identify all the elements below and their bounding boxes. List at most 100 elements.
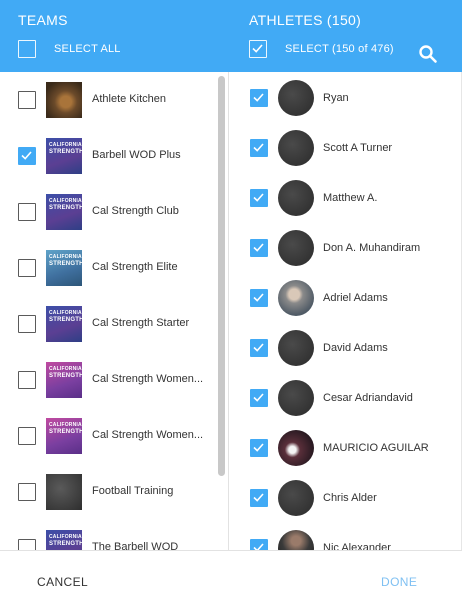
check-icon	[253, 143, 264, 152]
athlete-avatar	[278, 330, 314, 366]
done-button[interactable]: DONE	[381, 575, 417, 589]
team-row[interactable]: CALIFORNIA STRENGTH The Barbell WOD	[0, 520, 228, 550]
team-logo: CALIFORNIA STRENGTH	[49, 422, 82, 435]
teams-title: TEAMS	[18, 12, 68, 28]
athlete-name: Nic Alexander	[323, 542, 391, 550]
athlete-name: Don A. Muhandiram	[323, 242, 421, 254]
team-checkbox[interactable]	[18, 371, 36, 389]
athlete-avatar	[278, 280, 314, 316]
select-athletes-label[interactable]: SELECT (150 of 476)	[285, 43, 394, 55]
team-thumbnail: CALIFORNIA STRENGTH	[46, 194, 82, 230]
athlete-checkbox[interactable]	[250, 189, 268, 207]
athlete-row[interactable]: Scott A Turner	[230, 122, 462, 172]
team-name: Cal Strength Women...	[92, 429, 204, 441]
team-checkbox[interactable]	[18, 259, 36, 277]
athlete-row[interactable]: Chris Alder	[230, 472, 462, 522]
team-thumbnail: CALIFORNIA STRENGTH	[46, 362, 82, 398]
team-logo: CALIFORNIA STRENGTH	[49, 366, 82, 379]
athlete-row[interactable]: MAURICIO AGUILAR	[230, 422, 462, 472]
team-name: Cal Strength Women...	[92, 373, 204, 385]
athlete-checkbox[interactable]	[250, 539, 268, 550]
athlete-checkbox[interactable]	[250, 239, 268, 257]
search-icon[interactable]	[418, 44, 438, 64]
team-logo: CALIFORNIA STRENGTH	[49, 254, 82, 267]
athlete-row[interactable]: Ryan	[230, 72, 462, 122]
dialog-header: TEAMS ATHLETES (150) SELECT ALL SELECT (…	[0, 0, 462, 72]
team-logo: CALIFORNIA STRENGTH	[49, 142, 82, 155]
team-logo: CALIFORNIA STRENGTH	[49, 198, 82, 211]
team-thumbnail: CALIFORNIA STRENGTH	[46, 418, 82, 454]
team-row[interactable]: CALIFORNIA STRENGTH Cal Strength Starter	[0, 296, 228, 352]
team-name: Cal Strength Elite	[92, 261, 178, 273]
athlete-checkbox[interactable]	[250, 339, 268, 357]
check-icon	[253, 443, 264, 452]
team-thumbnail	[46, 474, 82, 510]
team-thumbnail	[46, 82, 82, 118]
team-checkbox[interactable]	[18, 315, 36, 333]
athlete-row[interactable]: Don A. Muhandiram	[230, 222, 462, 272]
team-thumbnail: CALIFORNIA STRENGTH	[46, 306, 82, 342]
athlete-name: Chris Alder	[323, 492, 377, 504]
cancel-button[interactable]: CANCEL	[37, 575, 88, 589]
team-row[interactable]: Athlete Kitchen	[0, 72, 228, 128]
team-row[interactable]: CALIFORNIA STRENGTH Cal Strength Women...	[0, 352, 228, 408]
select-all-teams-checkbox[interactable]	[18, 40, 36, 58]
team-checkbox[interactable]	[18, 427, 36, 445]
athlete-avatar	[278, 180, 314, 216]
check-icon	[253, 493, 264, 502]
athlete-row[interactable]: Matthew A.	[230, 172, 462, 222]
team-checkbox[interactable]	[18, 91, 36, 109]
team-checkbox[interactable]	[18, 203, 36, 221]
athlete-avatar	[278, 230, 314, 266]
athlete-row[interactable]: Adriel Adams	[230, 272, 462, 322]
team-name: Cal Strength Starter	[92, 317, 190, 329]
select-athletes-dialog: TEAMS ATHLETES (150) SELECT ALL SELECT (…	[0, 0, 462, 611]
check-icon	[253, 243, 264, 252]
teams-list[interactable]: Athlete Kitchen CALIFORNIA STRENGTH Barbell…	[0, 72, 229, 550]
team-logo: CALIFORNIA STRENGTH	[49, 534, 82, 547]
athlete-checkbox[interactable]	[250, 439, 268, 457]
select-athletes-checkbox[interactable]	[249, 40, 267, 58]
team-logo: CALIFORNIA STRENGTH	[49, 310, 82, 323]
check-icon	[253, 393, 264, 402]
athlete-avatar	[278, 80, 314, 116]
athlete-name: MAURICIO AGUILAR	[323, 442, 429, 454]
check-icon	[21, 151, 32, 160]
team-row[interactable]: CALIFORNIA STRENGTH Cal Strength Elite	[0, 240, 228, 296]
team-thumbnail: CALIFORNIA STRENGTH	[46, 530, 82, 550]
athlete-name: David Adams	[323, 342, 388, 354]
athletes-list[interactable]: Ryan Scott A Turner Matthew A. Don A. Muhan…	[230, 72, 462, 550]
athlete-avatar	[278, 380, 314, 416]
team-row[interactable]: CALIFORNIA STRENGTH Cal Strength Club	[0, 184, 228, 240]
athlete-checkbox[interactable]	[250, 89, 268, 107]
athlete-row[interactable]: Nic Alexander	[230, 522, 462, 550]
athlete-name: Matthew A.	[323, 192, 378, 204]
athlete-checkbox[interactable]	[250, 139, 268, 157]
team-name: Barbell WOD Plus	[92, 149, 181, 161]
check-icon	[253, 193, 264, 202]
athlete-checkbox[interactable]	[250, 389, 268, 407]
team-row[interactable]: CALIFORNIA STRENGTH Cal Strength Women...	[0, 408, 228, 464]
team-thumbnail: CALIFORNIA STRENGTH	[46, 138, 82, 174]
select-all-teams-label[interactable]: SELECT ALL	[54, 43, 121, 55]
team-name: Cal Strength Club	[92, 205, 179, 217]
athlete-avatar	[278, 130, 314, 166]
athlete-name: Ryan	[323, 92, 349, 104]
team-checkbox[interactable]	[18, 147, 36, 165]
check-icon	[253, 343, 264, 352]
team-row[interactable]: Football Training	[0, 464, 228, 520]
athlete-checkbox[interactable]	[250, 489, 268, 507]
athlete-checkbox[interactable]	[250, 289, 268, 307]
team-name: Football Training	[92, 485, 174, 497]
athlete-name: Adriel Adams	[323, 292, 388, 304]
athletes-title: ATHLETES (150)	[249, 12, 362, 28]
team-name: The Barbell WOD	[92, 541, 179, 550]
team-checkbox[interactable]	[18, 483, 36, 501]
team-row[interactable]: CALIFORNIA STRENGTH Barbell WOD Plus	[0, 128, 228, 184]
athlete-name: Cesar Adriandavid	[323, 392, 413, 404]
athlete-row[interactable]: David Adams	[230, 322, 462, 372]
athlete-avatar	[278, 480, 314, 516]
dialog-footer: CANCEL DONE	[0, 550, 462, 611]
athlete-row[interactable]: Cesar Adriandavid	[230, 372, 462, 422]
team-checkbox[interactable]	[18, 539, 36, 550]
